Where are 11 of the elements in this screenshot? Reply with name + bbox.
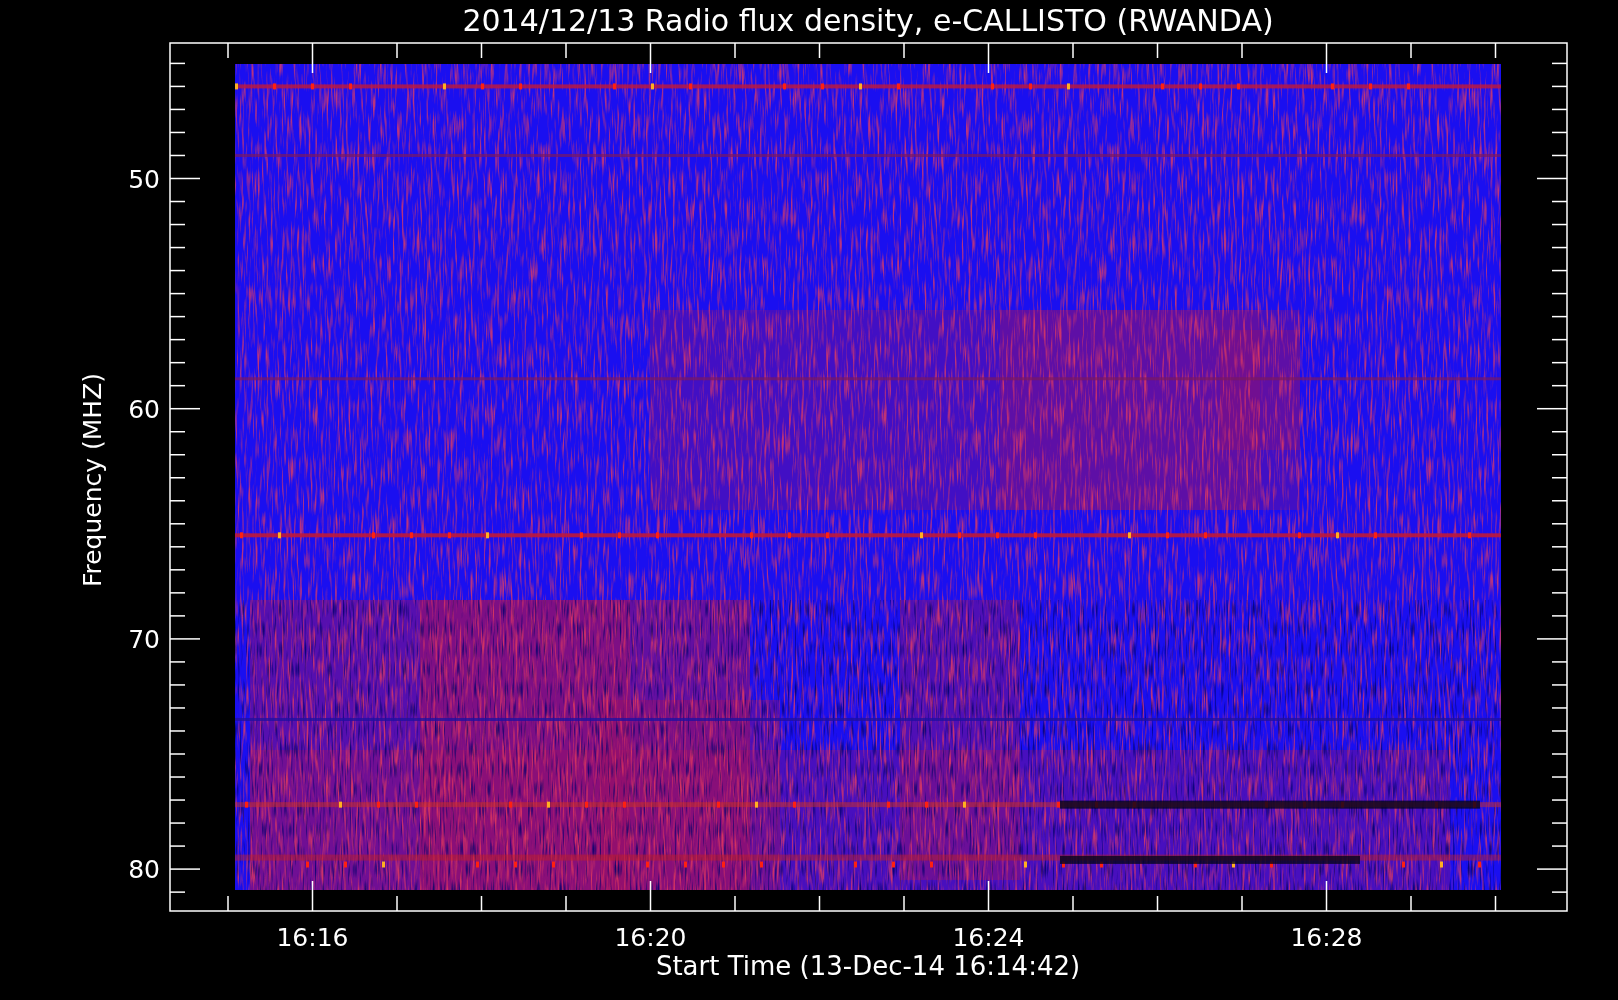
- tick-label: 16:16: [276, 923, 349, 952]
- tick-label: 80: [128, 855, 160, 885]
- axis-label: Frequency (MHZ): [78, 372, 107, 588]
- tick-label: 60: [128, 394, 160, 424]
- tick-label: 70: [128, 624, 160, 654]
- tick-label: 16:28: [1290, 923, 1363, 952]
- tick-label: 50: [128, 164, 160, 194]
- axis-label: Start Time (13-Dec-14 16:14:42): [655, 951, 1081, 981]
- tick-label: 16:20: [614, 923, 687, 952]
- plot-title: 2014/12/13 Radio flux density, e-CALLISTO (RWANDA): [462, 3, 1274, 38]
- tick-label: 16:24: [952, 923, 1025, 952]
